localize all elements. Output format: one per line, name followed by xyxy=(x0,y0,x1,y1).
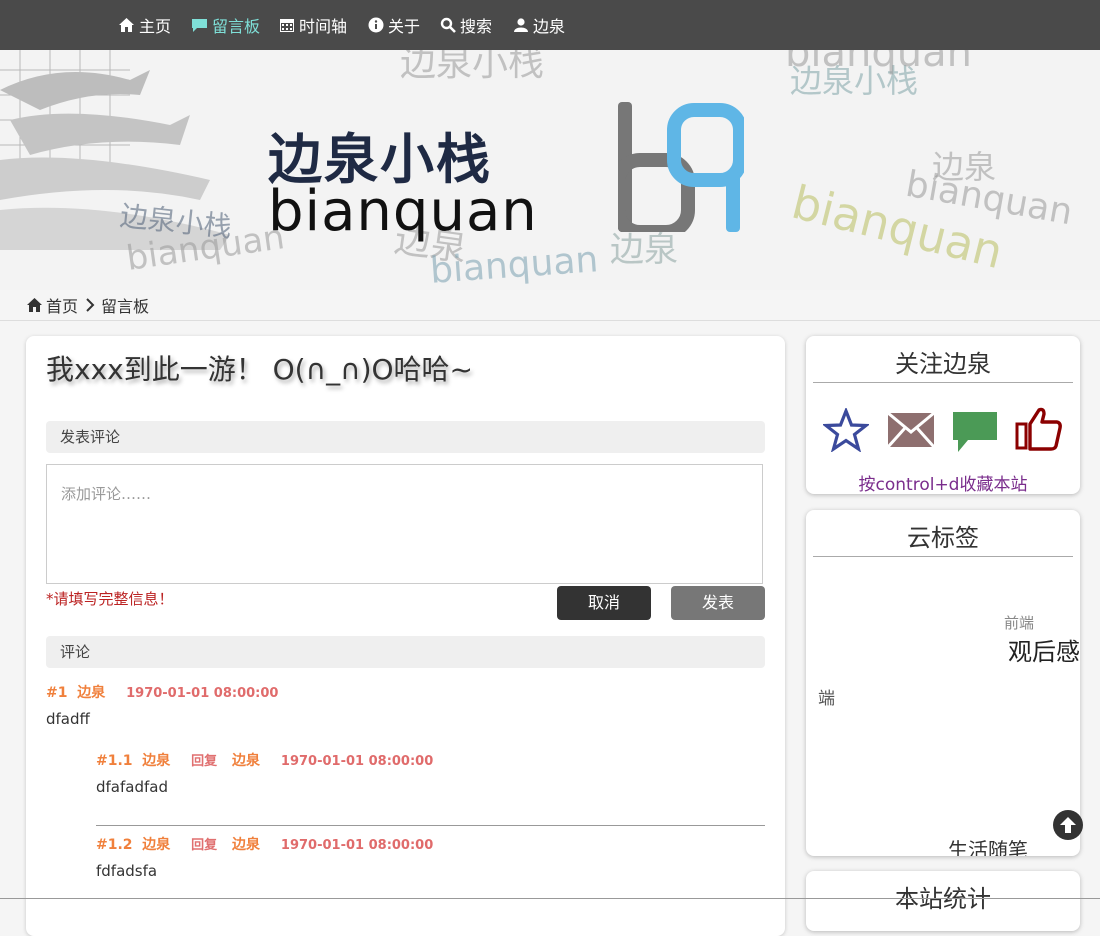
comment-meta: #1 边泉 1970-01-01 08:00:00 xyxy=(46,682,278,702)
page-title: 我xxx到此一游！ O(∩_∩)O哈哈~ xyxy=(46,353,473,386)
site-stats-title: 本站统计 xyxy=(895,885,991,913)
tag-item[interactable]: 观后感 xyxy=(1008,632,1080,667)
home-icon xyxy=(27,298,42,312)
star-icon[interactable] xyxy=(823,408,869,452)
nav-label-home: 主页 xyxy=(139,17,172,36)
watermark-text: 边泉小栈 xyxy=(400,50,545,84)
nav-label-guestbook: 留言板 xyxy=(212,17,261,36)
breadcrumb-home-label: 首页 xyxy=(46,297,79,316)
reply-number: #1.1 xyxy=(96,753,133,769)
search-icon xyxy=(440,17,456,33)
reply-date: 1970-01-01 08:00:00 xyxy=(280,838,434,853)
nav-item-home[interactable]: 主页 xyxy=(118,0,171,50)
nav-label-about: 关于 xyxy=(388,17,421,36)
nav-item-search[interactable]: 搜索 xyxy=(440,0,492,50)
mail-icon[interactable] xyxy=(887,410,935,450)
comment-text: dfadff xyxy=(46,710,90,728)
post-comment-header: 发表评论 xyxy=(46,421,765,453)
reply-to-author[interactable]: 边泉 xyxy=(232,753,260,769)
nav-item-user[interactable]: 边泉 xyxy=(513,0,565,50)
site-logo-english: bianquan xyxy=(268,179,538,244)
follow-divider xyxy=(813,382,1073,383)
cancel-button[interactable]: 取消 xyxy=(557,586,651,620)
comment-icon xyxy=(192,19,207,32)
tag-item[interactable]: 前端 xyxy=(1004,612,1034,633)
nav-item-guestbook[interactable]: 留言板 xyxy=(191,0,260,50)
scroll-to-top-button[interactable] xyxy=(1053,810,1083,840)
comments-header: 评论 xyxy=(46,636,765,668)
reply-word: 回复 xyxy=(191,754,218,769)
tag-cloud-divider xyxy=(813,556,1073,557)
reply-number: #1.2 xyxy=(96,837,133,853)
top-nav: 主页 留言板 时间轴 关于 搜索 边泉 xyxy=(0,0,1100,50)
user-icon xyxy=(514,18,528,32)
breadcrumb: 首页 留言板 xyxy=(0,290,1100,321)
chevron-right-icon xyxy=(86,298,95,312)
tag-item[interactable]: 端 xyxy=(818,684,835,709)
reply-divider xyxy=(96,825,765,826)
follow-title: 关注边泉 xyxy=(895,350,991,378)
nav-item-timeline[interactable]: 时间轴 xyxy=(279,0,347,50)
breadcrumb-home[interactable]: 首页 xyxy=(26,293,78,317)
calendar-icon xyxy=(280,19,294,32)
comment-author[interactable]: 边泉 xyxy=(77,685,105,701)
reply-meta: #1.2 边泉 回复 边泉 1970-01-01 08:00:00 xyxy=(96,834,433,854)
nav-item-about[interactable]: 关于 xyxy=(368,0,420,50)
tag-cloud-title: 云标签 xyxy=(907,524,979,552)
info-icon xyxy=(368,17,384,33)
site-banner: 边泉小栈 bianquan 边泉 bianquan 边泉 边泉小栈 bianqu… xyxy=(0,50,1100,290)
thumbs-up-icon[interactable] xyxy=(1015,406,1063,452)
chat-icon[interactable] xyxy=(952,410,998,454)
nav-label-search: 搜索 xyxy=(460,17,493,36)
reply-text: dfafadfad xyxy=(96,778,168,796)
tag-cloud-card: 云标签 前端 观后感 端 生活随笔 xyxy=(806,510,1080,856)
form-warning: *请填写完整信息！ xyxy=(46,590,174,608)
arrow-up-icon xyxy=(1060,817,1076,833)
reply-meta: #1.1 边泉 回复 边泉 1970-01-01 08:00:00 xyxy=(96,750,433,770)
comment-textarea[interactable]: 添加评论…… xyxy=(46,464,763,584)
breadcrumb-current: 留言板 xyxy=(101,297,150,316)
nav-label-user: 边泉 xyxy=(533,17,566,36)
home-icon xyxy=(119,18,134,32)
comment-date: 1970-01-01 08:00:00 xyxy=(126,686,279,701)
tag-item[interactable]: 生活随笔 xyxy=(948,834,1028,856)
guestbook-panel: 我xxx到此一游！ O(∩_∩)O哈哈~ 发表评论 添加评论…… *请填写完整信… xyxy=(26,336,785,936)
bookmark-hint: 按control+d收藏本站 xyxy=(858,475,1028,494)
reply-to-author[interactable]: 边泉 xyxy=(232,837,260,853)
reply-author[interactable]: 边泉 xyxy=(142,753,170,769)
reply-date: 1970-01-01 08:00:00 xyxy=(280,754,434,769)
submit-button[interactable]: 发表 xyxy=(671,586,765,620)
follow-card: 关注边泉 按control+d收藏本站 xyxy=(806,336,1080,494)
reply-word: 回复 xyxy=(191,838,218,853)
page-bottom-border xyxy=(0,898,1100,899)
logo-mark-icon xyxy=(618,102,744,232)
site-stats-card: 本站统计 xyxy=(806,871,1080,931)
comment-number: #1 xyxy=(46,685,68,701)
watermark-text: bianquan xyxy=(785,50,972,76)
reply-author[interactable]: 边泉 xyxy=(142,837,170,853)
reply-text: fdfadsfa xyxy=(96,862,158,880)
comment-placeholder: 添加评论…… xyxy=(61,485,152,503)
nav-label-timeline: 时间轴 xyxy=(299,17,348,36)
